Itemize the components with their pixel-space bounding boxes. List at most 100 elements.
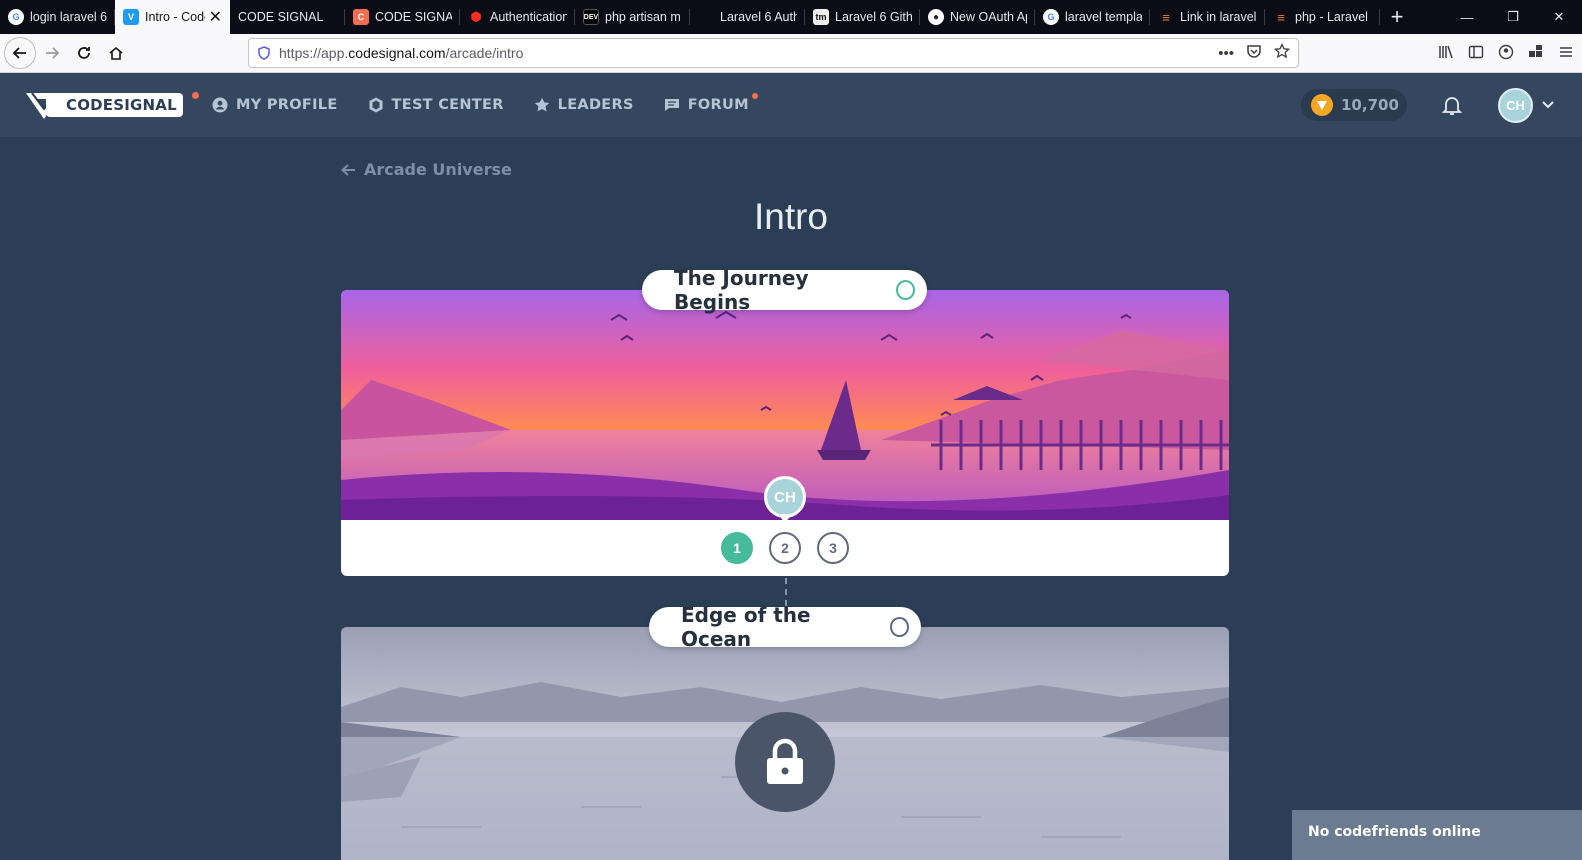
nav-test-center[interactable]: TEST CENTER	[368, 97, 504, 113]
tab-title: CODE SIGNAL	[238, 10, 324, 24]
back-to-arcade-universe[interactable]: Arcade Universe	[340, 160, 512, 179]
level-title-journey-begins[interactable]: The Journey Begins	[642, 266, 927, 314]
codesignal-logo[interactable]: CODESIGNAL	[24, 87, 199, 123]
level-connector	[785, 578, 787, 606]
codefriends-status: No codefriends online	[1308, 824, 1481, 840]
reload-icon	[78, 47, 90, 59]
brand-name: CODESIGNAL	[46, 93, 183, 117]
extensions-icon[interactable]	[1528, 44, 1544, 64]
browser-tab[interactable]: ⬢ Authentication	[460, 0, 575, 34]
browser-tab[interactable]: DEV php artisan m	[575, 0, 690, 34]
step[interactable]: 2	[769, 532, 801, 564]
arrow-left-icon	[341, 163, 355, 176]
user-position-marker: CH	[764, 476, 806, 528]
url-text: https://app.codesignal.com/arcade/intro	[279, 45, 524, 61]
nav-forum[interactable]: FORUM	[664, 93, 758, 113]
star-icon	[534, 97, 550, 113]
nav-label: LEADERS	[557, 97, 634, 113]
shield-badge-icon	[368, 97, 384, 113]
app-header: CODESIGNAL MY PROFILE TEST CENTER LEADER…	[0, 73, 1582, 137]
user-avatar[interactable]: CH	[1498, 88, 1533, 123]
back-link-label: Arcade Universe	[364, 160, 512, 179]
browser-tab-strip: G login laravel 6 V Intro - CodeSignal ✕…	[0, 0, 1582, 34]
level-name: Edge of the Ocean	[681, 603, 811, 651]
bookmark-star-icon[interactable]	[1273, 42, 1291, 63]
reload-button[interactable]	[68, 37, 100, 69]
google-icon: G	[8, 9, 24, 25]
arrow-left-icon	[12, 47, 26, 59]
restore-icon[interactable]: ❐	[1490, 0, 1536, 34]
tab-title: Link in laravel	[1180, 10, 1257, 24]
tab-title: CODE SIGNAL	[375, 10, 452, 24]
bell-icon[interactable]	[1440, 93, 1464, 117]
browser-tab[interactable]: G login laravel 6	[0, 0, 115, 34]
back-button[interactable]	[4, 37, 36, 69]
tab-title: php - Laravel	[1295, 10, 1368, 24]
tab-title: New OAuth App	[950, 10, 1027, 24]
tracking-protection-icon[interactable]	[257, 46, 271, 60]
chat-icon	[664, 97, 680, 113]
codefriends-panel[interactable]: No codefriends online	[1292, 810, 1582, 860]
stackoverflow-icon: ≡	[1162, 9, 1170, 25]
new-tab-button[interactable]: +	[1380, 0, 1414, 34]
level-card-journey-begins[interactable]: 1 2 3	[341, 290, 1229, 576]
notification-dot	[191, 92, 199, 99]
github-icon: ●	[928, 9, 944, 25]
browser-tab[interactable]: C CODE SIGNAL	[345, 0, 460, 34]
nav-label: MY PROFILE	[236, 97, 338, 113]
page-actions-icon[interactable]: •••	[1218, 45, 1234, 62]
arrow-right-icon	[46, 47, 60, 59]
level-title-edge-of-ocean[interactable]: Edge of the Ocean	[649, 603, 921, 651]
tab-title: php artisan m	[605, 10, 681, 24]
tab-title: Intro - CodeSignal	[145, 10, 205, 24]
blank-icon	[698, 9, 714, 25]
address-bar[interactable]: https://app.codesignal.com/arcade/intro …	[248, 38, 1299, 851]
tm-icon: tm	[813, 9, 829, 25]
laravel-icon: ⬢	[470, 9, 482, 24]
progress-ring-icon	[890, 617, 909, 637]
nav-my-profile[interactable]: MY PROFILE	[212, 97, 338, 113]
coin-icon	[1311, 94, 1333, 116]
tab-title: Laravel 6 Github	[835, 10, 912, 24]
tab-title: Authentication	[490, 10, 567, 24]
browser-tab[interactable]: ≡ php - Laravel	[1265, 0, 1380, 34]
home-button[interactable]	[100, 37, 132, 69]
close-tab-icon[interactable]: ✕	[209, 7, 222, 27]
nav-label: FORUM	[687, 97, 749, 113]
browser-toolbar: https://app.codesignal.com/arcade/intro …	[0, 34, 1582, 851]
browser-tab[interactable]: CODE SIGNAL	[230, 0, 345, 34]
chevron-down-icon[interactable]	[1540, 96, 1556, 112]
minimize-icon[interactable]: —	[1444, 0, 1490, 34]
coin-amount: 10,700	[1341, 96, 1399, 114]
browser-tab[interactable]: Laravel 6 Auth	[690, 0, 805, 34]
tab-title: Laravel 6 Auth	[720, 10, 797, 24]
browser-tab[interactable]: ≡ Link in laravel	[1150, 0, 1265, 34]
codesignal-icon: V	[123, 9, 139, 25]
close-window-icon[interactable]: ✕	[1536, 0, 1582, 34]
browser-tab[interactable]: tm Laravel 6 Github	[805, 0, 920, 34]
step-completed[interactable]: 1	[721, 532, 753, 564]
nav-leaders[interactable]: LEADERS	[534, 97, 634, 113]
stackoverflow-icon: ≡	[1277, 9, 1285, 25]
tab-title: laravel template	[1065, 10, 1142, 24]
browser-tab-active[interactable]: V Intro - CodeSignal ✕	[115, 0, 230, 34]
coin-balance[interactable]: 10,700	[1301, 89, 1407, 121]
step[interactable]: 3	[817, 532, 849, 564]
progress-ring-icon	[896, 280, 915, 300]
account-icon[interactable]	[1498, 44, 1514, 64]
browser-tab[interactable]: G laravel template	[1035, 0, 1150, 34]
library-icon[interactable]	[1438, 44, 1454, 64]
forward-button[interactable]	[36, 37, 68, 69]
menu-icon[interactable]	[1558, 44, 1574, 64]
pocket-icon[interactable]	[1246, 43, 1262, 63]
sidebar-icon[interactable]	[1468, 44, 1484, 64]
nav-label: TEST CENTER	[391, 97, 504, 113]
user-marker-avatar: CH	[764, 476, 806, 518]
page-title: Intro	[753, 196, 829, 237]
lock-icon	[735, 712, 835, 812]
google-icon: G	[1043, 9, 1059, 25]
browser-tab[interactable]: ● New OAuth App	[920, 0, 1035, 34]
level-name: The Journey Begins	[674, 266, 809, 314]
notification-dot	[751, 93, 758, 99]
home-icon	[109, 46, 123, 60]
